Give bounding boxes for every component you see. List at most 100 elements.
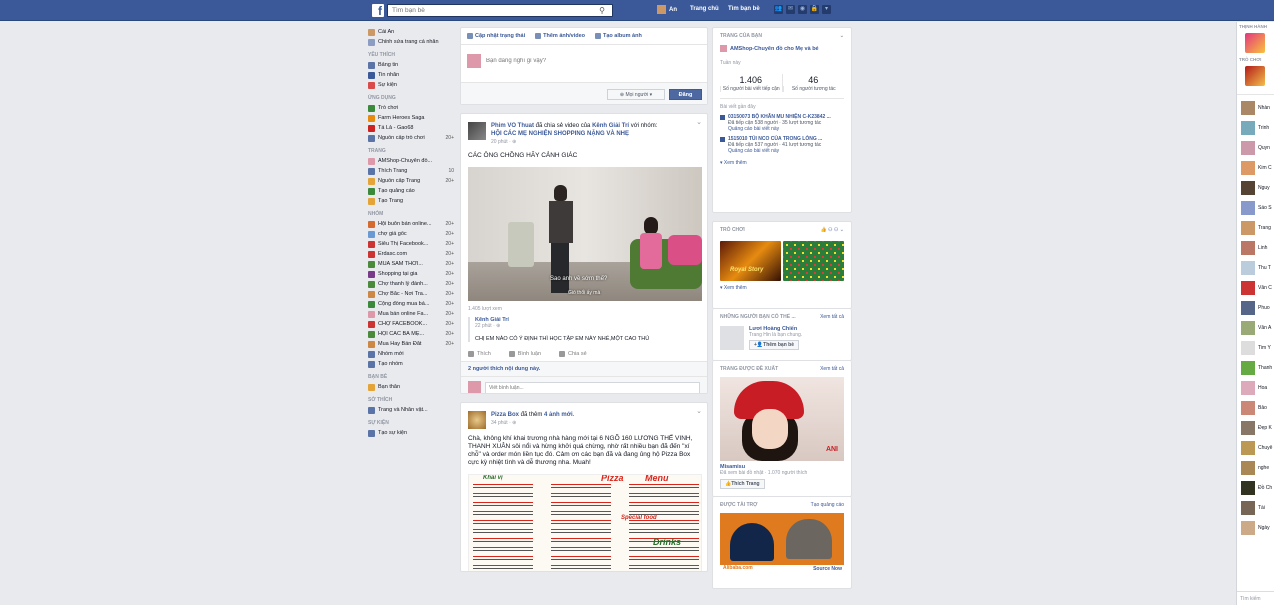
sidebar-item[interactable]: Tạo Trang <box>368 196 454 206</box>
profile-link[interactable]: An <box>657 5 677 14</box>
contact-item[interactable]: Phuo <box>1237 298 1274 318</box>
contact-item[interactable]: Linh <box>1237 238 1274 258</box>
sidebar-item[interactable]: HỘI CÁC BÀ MẸ... 20+ <box>368 329 454 339</box>
game-icon[interactable] <box>1245 66 1265 86</box>
contact-item[interactable]: Quyn <box>1237 138 1274 158</box>
add-friend-button[interactable]: +👤 Thêm bạn bè <box>749 340 799 350</box>
messages-icon[interactable]: ✉ <box>786 5 795 14</box>
sidebar-section-title[interactable]: SỞ THÍCH <box>368 394 454 405</box>
sidebar-item[interactable]: Chỉnh sửa trang cá nhân <box>368 37 454 47</box>
avatar[interactable] <box>720 326 744 350</box>
game-tile[interactable] <box>783 241 844 281</box>
notifications-icon[interactable]: ◉ <box>798 5 807 14</box>
page-name-link[interactable]: AMShop-Chuyên đồ cho Mẹ và bé <box>730 46 819 52</box>
friend-requests-icon[interactable]: 👥 <box>774 5 783 14</box>
sidebar-section-title[interactable]: NHÓM <box>368 208 454 219</box>
photos-link[interactable]: 4 ảnh mới <box>544 412 573 418</box>
sidebar-item[interactable]: AMShop-Chuyên đồ... <box>368 156 454 166</box>
ad-image[interactable]: Alibaba.com Source Now <box>720 513 844 575</box>
shared-timestamp[interactable]: 22 phút · <box>475 323 496 329</box>
sidebar-item[interactable]: Erdasc.com 20+ <box>368 249 454 259</box>
chevron-down-icon[interactable]: ⌄ <box>696 407 702 415</box>
author-link[interactable]: Pizza Box <box>491 412 519 418</box>
chat-search[interactable]: Tìm kiếm <box>1237 591 1274 605</box>
group-link[interactable]: HỘI CÁC MẸ NGHIỆN SHOPPING NẶNG VÀ NHẸ <box>491 131 629 137</box>
tab-photo[interactable]: Thêm ảnh/video <box>535 33 585 39</box>
photo-menu[interactable]: Khai vị Pizza Menu Drinks Special food <box>468 474 702 571</box>
sidebar-item[interactable]: Sự kiện <box>368 80 454 90</box>
sidebar-item[interactable]: Bảng tin <box>368 60 454 70</box>
sidebar-item[interactable]: Tạo nhóm <box>368 359 454 369</box>
see-more-link[interactable]: ▾ Xem thêm <box>720 160 844 166</box>
sidebar-item[interactable]: MUA SẮM THỜI... 20+ <box>368 259 454 269</box>
video-player[interactable]: Sao anh về sớm thế? Gió thổi ấy mà <box>468 167 702 301</box>
search-icon[interactable]: ⚲ <box>594 6 610 15</box>
sidebar-item[interactable]: Chợ Bắc - Nơi Tra... 20+ <box>368 289 454 299</box>
reach-number[interactable]: 1.406 <box>720 74 782 86</box>
contact-item[interactable]: Tim Y <box>1237 338 1274 358</box>
sidebar-item[interactable]: Tin nhắn <box>368 70 454 80</box>
contact-item[interactable]: Tài <box>1237 498 1274 518</box>
sidebar-item[interactable]: Hội buôn bán online... 20+ <box>368 219 454 229</box>
tab-status[interactable]: Cập nhật trạng thái <box>467 33 525 39</box>
sidebar-item[interactable]: CHỢ FACEBOOK... 20+ <box>368 319 454 329</box>
sidebar-item[interactable]: Farm Heroes Saga <box>368 113 454 123</box>
trending-game-icon[interactable] <box>1245 33 1265 53</box>
sidebar-item[interactable]: Nhóm mới <box>368 349 454 359</box>
sidebar-item[interactable]: Mua bán online Fa... 20+ <box>368 309 454 319</box>
timestamp[interactable]: 34 phút · <box>491 420 512 426</box>
sidebar-item[interactable]: Tá Lả - Gao68 <box>368 123 454 133</box>
timestamp[interactable]: 20 phút · <box>491 139 512 145</box>
see-all-link[interactable]: Xem tất cả <box>820 366 844 372</box>
sidebar-section-title[interactable]: SỰ KIỆN <box>368 417 454 428</box>
contact-item[interactable]: Trinh <box>1237 118 1274 138</box>
like-page-button[interactable]: 👍 Thích Trang <box>720 479 765 489</box>
contact-item[interactable]: Sáo S <box>1237 198 1274 218</box>
search-input[interactable] <box>388 5 593 16</box>
status-input[interactable] <box>486 58 666 64</box>
contact-item[interactable]: Thu T <box>1237 258 1274 278</box>
tab-album[interactable]: Tạo album ảnh <box>595 33 642 39</box>
suggested-page-image[interactable]: ANI <box>720 377 844 461</box>
sidebar-item[interactable]: Mua Hay Bán Đắt 20+ <box>368 339 454 349</box>
contact-item[interactable]: Nhàn <box>1237 98 1274 118</box>
contact-item[interactable]: Vân A <box>1237 318 1274 338</box>
target-link[interactable]: Kênh Giải Trí <box>592 123 629 129</box>
settings-icon[interactable]: ▾ <box>822 5 831 14</box>
contact-item[interactable]: Đẹp K <box>1237 418 1274 438</box>
search-box[interactable]: ⚲ <box>387 4 613 17</box>
boost-post-link[interactable]: Quảng cáo bài viết này <box>728 148 822 154</box>
contact-item[interactable]: Kim C <box>1237 158 1274 178</box>
sidebar-item[interactable]: Shopping tại gia 20+ <box>368 269 454 279</box>
sidebar-item[interactable]: chợ giá gốc 20+ <box>368 229 454 239</box>
find-friends-link[interactable]: Tìm bạn bè <box>728 6 760 12</box>
create-ad-link[interactable]: Tạo quảng cáo <box>811 502 844 508</box>
contact-item[interactable]: Hoa <box>1237 378 1274 398</box>
avatar[interactable] <box>468 122 486 140</box>
sidebar-section-title[interactable]: BẠN BÈ <box>368 371 454 382</box>
comment-input[interactable] <box>485 381 700 393</box>
sidebar-item[interactable]: Tạo quảng cáo <box>368 186 454 196</box>
home-link[interactable]: Trang chủ <box>690 6 719 12</box>
contact-item[interactable]: Vân C <box>1237 278 1274 298</box>
share-button[interactable]: Chia sẻ <box>559 351 587 357</box>
audience-selector[interactable]: ⊕ Mọi người ▾ <box>607 89 665 100</box>
contact-item[interactable]: Chuyê <box>1237 438 1274 458</box>
contact-item[interactable]: Trang <box>1237 218 1274 238</box>
contact-item[interactable]: Bảo <box>1237 398 1274 418</box>
sidebar-section-title[interactable]: ỨNG DỤNG <box>368 92 454 103</box>
game-royal-story[interactable]: Royal Story <box>720 241 781 281</box>
sidebar-item[interactable]: Trò chơi <box>368 103 454 113</box>
sidebar-item[interactable]: Siêu Thị Facebook... 20+ <box>368 239 454 249</box>
lock-icon[interactable]: 🔒 <box>810 5 819 14</box>
sidebar-item[interactable]: Nguồn cấp trò chơi 20+ <box>368 133 454 143</box>
facebook-logo[interactable]: f <box>372 4 384 18</box>
sidebar-section-title[interactable]: YÊU THÍCH <box>368 49 454 60</box>
contact-item[interactable]: Đồ Ch <box>1237 478 1274 498</box>
sidebar-item[interactable]: Tạo sự kiện <box>368 428 454 438</box>
sidebar-item[interactable]: Cái An <box>368 27 454 37</box>
contact-item[interactable]: Thanh <box>1237 358 1274 378</box>
sidebar-section-title[interactable]: TRANG <box>368 145 454 156</box>
game-filter-icons[interactable]: 👍 ⚇ ⚇ ⌄ <box>820 227 844 233</box>
post-button[interactable]: Đăng <box>669 89 702 100</box>
